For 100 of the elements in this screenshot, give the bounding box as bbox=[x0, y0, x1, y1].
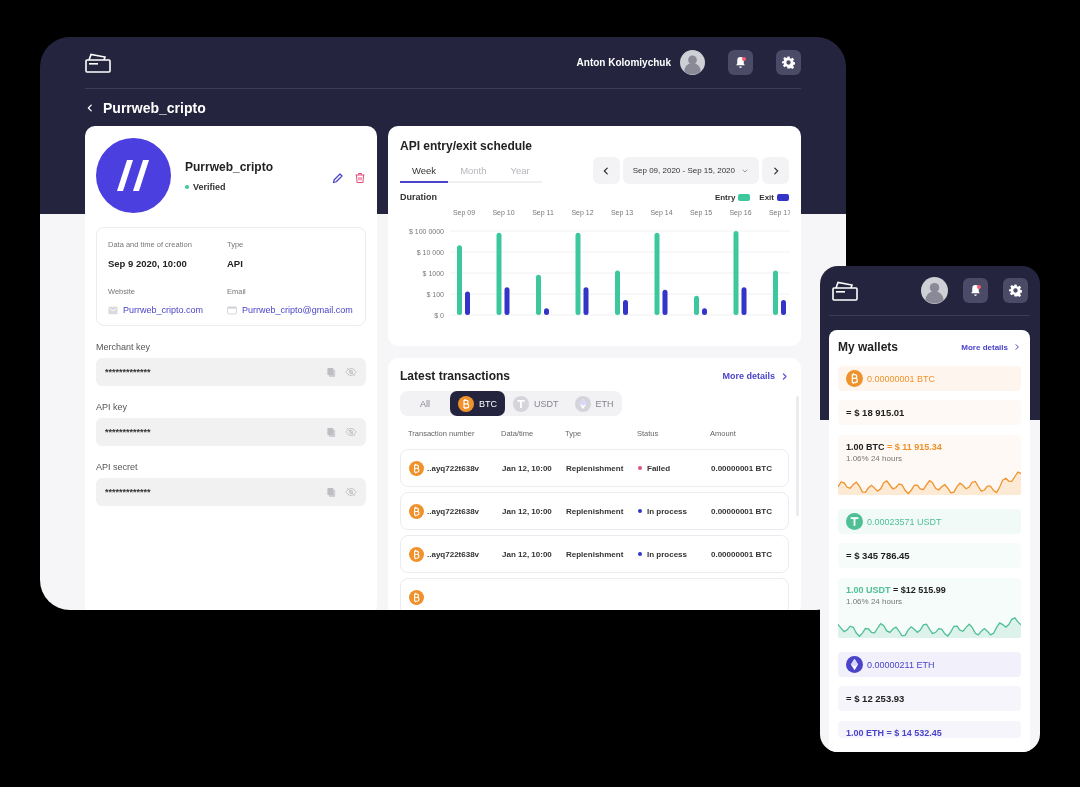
exchange-rate: 1.00 ETH = $ 14 532.45 bbox=[845, 728, 943, 738]
transaction-row[interactable] bbox=[400, 578, 789, 610]
gear-icon bbox=[1009, 284, 1022, 297]
bitcoin-icon bbox=[409, 460, 424, 476]
status-text: In process bbox=[647, 506, 687, 516]
website-link[interactable]: Purrweb_cripto.com bbox=[123, 305, 204, 315]
copy-button[interactable] bbox=[326, 486, 337, 498]
wallet-logo-icon bbox=[832, 280, 858, 301]
exit-bar bbox=[583, 287, 589, 315]
tether-icon bbox=[513, 395, 529, 412]
exit-bar bbox=[465, 291, 470, 315]
transaction-type: Replenishment bbox=[566, 549, 625, 559]
eye-off-icon bbox=[345, 366, 357, 378]
exit-bar bbox=[662, 289, 668, 315]
change-text: 1.06% 24 hours bbox=[845, 596, 904, 606]
transaction-number: ..ayq722t638v bbox=[427, 463, 480, 473]
date-range-dropdown[interactable]: Sep 09, 2020 - Sep 15, 2020 bbox=[622, 157, 759, 184]
key-field[interactable]: ************* bbox=[96, 358, 366, 386]
coin-amount: 0.00023571 USDT bbox=[867, 516, 942, 527]
back-button[interactable] bbox=[85, 102, 95, 113]
entry-bar bbox=[773, 270, 778, 315]
filter-chip[interactable]: USDT bbox=[505, 391, 567, 416]
detail-value: API bbox=[227, 258, 244, 269]
field-label: API key bbox=[96, 402, 128, 412]
settings-button[interactable] bbox=[776, 50, 801, 75]
transaction-row[interactable]: ..ayq722t638v Jan 12, 10:00 Replenishment In process 0.00000001 BTC bbox=[400, 535, 789, 573]
entry-bar bbox=[457, 245, 462, 315]
usd-balance: = $ 12 253.93 bbox=[838, 686, 1021, 711]
copy-icon bbox=[326, 426, 337, 438]
avatar bbox=[680, 50, 705, 75]
copy-button[interactable] bbox=[326, 426, 337, 438]
avatar bbox=[921, 277, 948, 304]
transaction-row[interactable]: ..ayq722t638v Jan 12, 10:00 Replenishment In process 0.00000001 BTC bbox=[400, 492, 789, 530]
bitcoin-icon bbox=[409, 546, 424, 562]
key-field[interactable]: ************* bbox=[96, 418, 366, 446]
gear-icon bbox=[782, 56, 795, 69]
more-details-link[interactable]: More details bbox=[722, 371, 789, 381]
amount: 0.00000001 BTC bbox=[711, 549, 773, 559]
notifications-button[interactable] bbox=[728, 50, 753, 75]
entry-bar bbox=[694, 295, 699, 315]
copy-icon bbox=[326, 486, 337, 498]
status-text: In process bbox=[647, 549, 687, 559]
filter-chip[interactable]: BTC bbox=[450, 391, 505, 416]
card-title: My wallets bbox=[838, 340, 899, 354]
card-title: API entry/exit schedule bbox=[400, 139, 534, 153]
exchange-rate: 1.00 USDT = $12 515.99 bbox=[845, 585, 947, 595]
chevron-right-icon bbox=[780, 371, 789, 381]
settings-button[interactable] bbox=[1003, 278, 1028, 303]
field-label: API secret bbox=[96, 462, 139, 472]
usd-balance: = $ 18 915.01 bbox=[838, 400, 1021, 425]
page-title: Purrweb_cripto bbox=[103, 99, 206, 116]
period-tab[interactable]: Week bbox=[400, 165, 449, 183]
edit-button[interactable] bbox=[332, 172, 344, 184]
date-time: Jan 12, 10:00 bbox=[502, 463, 553, 473]
chevron-left-icon bbox=[85, 102, 95, 113]
envelope-icon bbox=[108, 305, 118, 315]
legend-label: Entry bbox=[714, 192, 736, 202]
eye-off-icon bbox=[345, 426, 357, 438]
visibility-button[interactable] bbox=[345, 426, 357, 438]
entry-bar bbox=[615, 270, 620, 315]
usd-balance: = $ 345 786.45 bbox=[838, 543, 1021, 568]
coin-amount: 0.00000001 BTC bbox=[867, 373, 936, 384]
transaction-type: Replenishment bbox=[566, 506, 625, 516]
previous-button[interactable] bbox=[592, 157, 620, 184]
bell-icon bbox=[969, 284, 982, 297]
merchant-name: Purrweb_cripto bbox=[185, 160, 275, 174]
filter-chip[interactable]: ETH bbox=[566, 391, 622, 416]
bell-icon bbox=[734, 56, 747, 69]
date-time: Jan 12, 10:00 bbox=[502, 549, 553, 559]
coin-amount: 0.00000211 ETH bbox=[867, 659, 935, 670]
eye-off-icon bbox=[345, 486, 357, 498]
transaction-type: Replenishment bbox=[566, 463, 625, 473]
exit-bar bbox=[741, 287, 747, 315]
change-text: 1.06% 24 hours bbox=[845, 453, 904, 463]
chevron-right-icon bbox=[1013, 343, 1021, 351]
transaction-row[interactable]: ..ayq722t638v Jan 12, 10:00 Replenishment Failed 0.00000001 BTC bbox=[400, 449, 789, 487]
legend-label: Exit bbox=[759, 192, 774, 202]
delete-button[interactable] bbox=[354, 172, 366, 184]
amount: 0.00000001 BTC bbox=[711, 463, 773, 473]
exit-bar bbox=[544, 308, 549, 315]
entry-bar bbox=[536, 274, 541, 315]
email-link[interactable]: Purrweb_cripto@gmail.com bbox=[242, 305, 353, 315]
window-icon bbox=[227, 305, 237, 315]
bitcoin-icon bbox=[409, 589, 424, 605]
visibility-button[interactable] bbox=[345, 486, 357, 498]
more-details-link[interactable]: More details bbox=[961, 342, 1021, 352]
status-text: Verified bbox=[193, 182, 226, 192]
detail-value: Sep 9 2020, 10:00 bbox=[108, 258, 188, 269]
key-field[interactable]: ************* bbox=[96, 478, 366, 506]
copy-button[interactable] bbox=[326, 366, 337, 378]
date-time: Jan 12, 10:00 bbox=[502, 506, 553, 516]
axis-title: Duration bbox=[400, 192, 437, 202]
filter-chip[interactable]: All bbox=[400, 391, 450, 416]
bitcoin-icon bbox=[409, 503, 424, 519]
trash-icon bbox=[354, 172, 366, 184]
pencil-icon bbox=[332, 172, 344, 184]
visibility-button[interactable] bbox=[345, 366, 357, 378]
notifications-button[interactable] bbox=[963, 278, 988, 303]
next-button[interactable] bbox=[762, 157, 789, 184]
copy-icon bbox=[326, 366, 337, 378]
